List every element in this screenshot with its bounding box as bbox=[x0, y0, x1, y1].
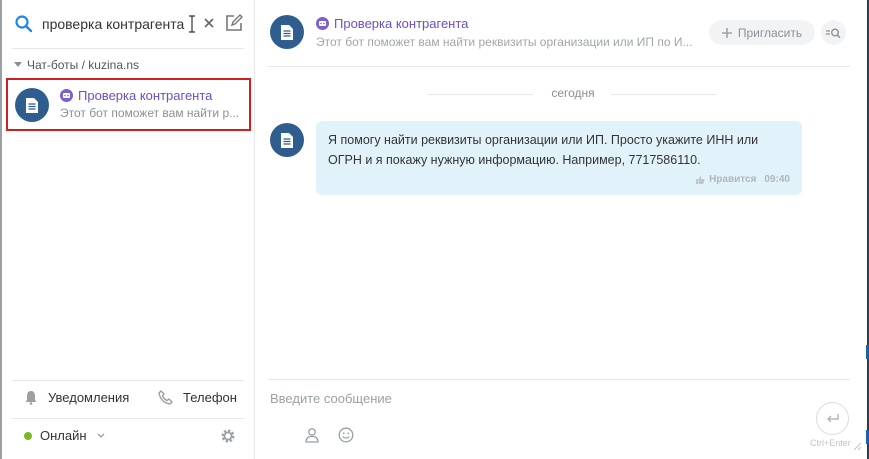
bell-icon bbox=[25, 391, 37, 405]
phone-button[interactable]: Телефон bbox=[158, 390, 237, 405]
text-cursor-icon bbox=[189, 15, 195, 33]
like-button[interactable]: Нравится bbox=[695, 174, 756, 185]
resize-handle-icon[interactable] bbox=[852, 441, 862, 451]
smile-icon[interactable] bbox=[338, 427, 354, 443]
gear-icon[interactable] bbox=[220, 428, 236, 444]
message-text: Я помогу найти реквизиты организации или… bbox=[328, 133, 759, 167]
divider bbox=[268, 379, 850, 380]
chat-list-item[interactable]: Проверка контрагента Этот бот поможет ва… bbox=[6, 78, 251, 131]
send-shortcut-hint: Ctrl+Enter bbox=[810, 438, 851, 448]
phone-label: Телефон bbox=[183, 390, 237, 405]
sidebar: Чат-боты / kuzina.ns Проверка контрагент… bbox=[2, 0, 255, 459]
like-label: Нравится bbox=[709, 174, 757, 185]
message-bubble: Я помогу найти реквизиты организации или… bbox=[316, 121, 802, 195]
divider bbox=[12, 380, 244, 381]
header-title[interactable]: Проверка контрагента bbox=[316, 16, 468, 31]
date-label: сегодня bbox=[551, 86, 595, 100]
plus-icon bbox=[721, 27, 732, 38]
message-time: 09:40 bbox=[764, 174, 790, 185]
search-icon[interactable] bbox=[14, 14, 34, 34]
notifications-button[interactable]: Уведомления bbox=[24, 390, 129, 405]
message-bot-avatar[interactable] bbox=[270, 123, 304, 157]
header-subtitle: Этот бот поможет вам найти реквизиты орг… bbox=[316, 35, 693, 49]
message-meta: Нравится 09:40 bbox=[695, 174, 790, 185]
bot-icon bbox=[60, 89, 73, 102]
notifications-label: Уведомления bbox=[48, 390, 130, 405]
header-bot-avatar bbox=[270, 15, 304, 49]
find-in-chat-icon bbox=[826, 28, 841, 38]
header-title-text: Проверка контрагента bbox=[334, 16, 469, 31]
message-input[interactable] bbox=[270, 388, 810, 408]
status-label: Онлайн bbox=[40, 428, 87, 443]
divider bbox=[12, 418, 244, 419]
collapse-triangle-icon bbox=[14, 62, 22, 67]
search-input[interactable] bbox=[42, 13, 192, 35]
bot-avatar bbox=[15, 88, 49, 122]
send-icon bbox=[826, 414, 839, 423]
compose-icon[interactable] bbox=[224, 13, 244, 33]
status-dropdown[interactable]: Онлайн bbox=[24, 428, 105, 443]
send-button[interactable] bbox=[816, 402, 849, 435]
date-line bbox=[428, 94, 533, 95]
bot-icon bbox=[316, 17, 329, 30]
search-bar bbox=[2, 0, 255, 49]
chat-panel: Проверка контрагента Этот бот поможет ва… bbox=[256, 0, 867, 459]
clear-icon[interactable] bbox=[202, 16, 216, 30]
like-icon bbox=[696, 175, 705, 184]
document-icon bbox=[26, 97, 38, 113]
divider bbox=[268, 66, 850, 67]
invite-label: Пригласить bbox=[737, 25, 803, 40]
phone-icon bbox=[158, 390, 173, 405]
group-label: Чат-боты / kuzina.ns bbox=[27, 58, 140, 72]
date-line bbox=[611, 94, 716, 95]
group-header[interactable]: Чат-боты / kuzina.ns bbox=[14, 58, 139, 72]
document-icon bbox=[281, 24, 293, 40]
chat-title: Проверка контрагента bbox=[60, 88, 212, 103]
online-status-dot bbox=[24, 431, 32, 440]
invite-button[interactable]: Пригласить bbox=[709, 20, 815, 45]
document-icon bbox=[281, 132, 293, 148]
find-in-chat-button[interactable] bbox=[821, 20, 846, 45]
chevron-down-icon bbox=[97, 433, 105, 438]
date-separator: сегодня bbox=[268, 86, 850, 102]
divider bbox=[12, 48, 244, 49]
person-icon[interactable] bbox=[304, 427, 320, 443]
chat-preview: Этот бот поможет вам найти р... bbox=[60, 106, 240, 120]
chat-title-text: Проверка контрагента bbox=[78, 88, 213, 103]
